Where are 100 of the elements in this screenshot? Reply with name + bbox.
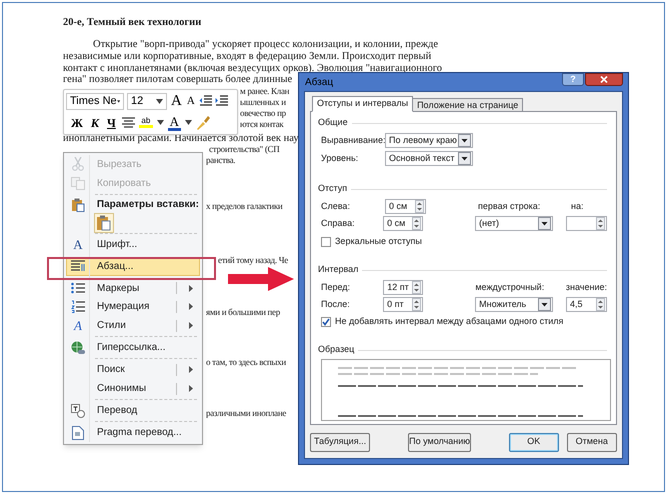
grow-font-button[interactable]: A bbox=[170, 94, 183, 109]
font-color-button[interactable]: A bbox=[168, 114, 181, 131]
document-text: о там, то здесь вспыхи bbox=[206, 357, 286, 368]
menu-item[interactable]: A Шрифт... bbox=[66, 232, 200, 254]
spin-field[interactable]: 12 пт bbox=[383, 280, 424, 295]
caret-icon[interactable] bbox=[156, 120, 164, 126]
caret-icon[interactable] bbox=[116, 98, 120, 104]
close-button[interactable] bbox=[585, 73, 623, 86]
field-label: Выравнивание: bbox=[321, 134, 385, 147]
tab[interactable]: Отступы и интервалы bbox=[312, 96, 414, 112]
menu-item[interactable]: Синонимы bbox=[66, 379, 200, 398]
dropdown[interactable]: Множитель bbox=[475, 297, 554, 312]
field-label: первая строка: bbox=[478, 200, 542, 213]
font-icon: A bbox=[74, 319, 82, 332]
tab[interactable]: Положение на странице bbox=[412, 98, 524, 112]
document-text: ями и большими пер bbox=[206, 307, 280, 318]
spinner-arrows-icon[interactable] bbox=[412, 281, 422, 294]
field-label: Перед: bbox=[321, 280, 352, 294]
checkbox[interactable] bbox=[321, 237, 331, 247]
arrow-icon bbox=[228, 267, 294, 291]
document-heading: 20-е, Темный век технологии bbox=[63, 17, 202, 28]
section-label: Отступ bbox=[318, 182, 348, 196]
italic-button[interactable]: К bbox=[88, 116, 102, 129]
document-icon bbox=[72, 426, 84, 440]
highlight-button[interactable]: ab bbox=[138, 117, 153, 128]
document-text: контакт с инопланетянами (включая вездесущих орков). Эволюция "навигационного bbox=[63, 63, 442, 74]
caret-icon[interactable] bbox=[156, 98, 163, 104]
dialog-button[interactable]: По умолчанию bbox=[408, 432, 472, 452]
field-label: значение: bbox=[566, 280, 607, 294]
dropdown[interactable]: По левому краю bbox=[385, 133, 473, 148]
font-icon: A bbox=[73, 238, 83, 251]
menu-item[interactable]: Нумерация bbox=[66, 298, 200, 316]
document-text: ранства. bbox=[206, 155, 236, 166]
dialog-button[interactable]: Табуляция... bbox=[310, 432, 370, 452]
document-text: инопланетными расами. Начинается золотой век нау bbox=[63, 133, 299, 144]
document-text: етий тому назад. Че bbox=[218, 255, 288, 266]
document-text: независимые или корпоративные, входят в федерацию Земли. Происходит первый bbox=[63, 51, 432, 62]
submenu-arrow-icon bbox=[189, 385, 193, 392]
document-text: овечество пр bbox=[240, 108, 286, 119]
dropdown[interactable]: Основной текст bbox=[385, 151, 473, 166]
spinner-arrows-icon[interactable] bbox=[596, 298, 605, 311]
underline-button[interactable]: Ч bbox=[105, 116, 118, 129]
check-icon bbox=[322, 318, 330, 326]
document-text: х пределов галактики bbox=[206, 201, 282, 212]
window-title: Абзац bbox=[305, 76, 334, 90]
menu-item[interactable]: A Стили bbox=[66, 316, 200, 336]
spin-field[interactable] bbox=[566, 216, 607, 231]
spinner-arrows-icon[interactable] bbox=[596, 217, 605, 230]
globe-icon bbox=[71, 340, 85, 355]
dropdown[interactable]: (нет) bbox=[475, 216, 554, 231]
bold-button[interactable]: Ж bbox=[69, 116, 85, 129]
field-label: Слева: bbox=[321, 200, 351, 213]
menu-item[interactable]: Pragma перевод... bbox=[66, 420, 200, 442]
checkbox[interactable] bbox=[321, 317, 331, 327]
spinner-arrows-icon[interactable] bbox=[412, 217, 422, 230]
close-icon bbox=[600, 76, 608, 83]
dialog-button[interactable]: OK bbox=[509, 432, 559, 452]
align-center-icon[interactable] bbox=[122, 117, 135, 128]
increase-indent-icon[interactable] bbox=[214, 95, 228, 108]
submenu-arrow-icon bbox=[189, 284, 193, 292]
field-label: Справа: bbox=[321, 216, 356, 230]
menu-item[interactable]: Перевод bbox=[66, 398, 200, 420]
translate-icon bbox=[71, 404, 85, 418]
spin-field[interactable]: 4,5 bbox=[566, 297, 607, 312]
document-text: Открытие "ворп-привода" ускоряет процесс колонизации, и колонии, прежде bbox=[93, 39, 438, 50]
document-text: гена" позволяет пилотам совершать более длинные bbox=[63, 74, 292, 85]
spinner-arrows-icon[interactable] bbox=[412, 298, 422, 311]
decrease-indent-icon[interactable] bbox=[198, 95, 212, 108]
font-name-field[interactable]: Times Ne bbox=[66, 92, 124, 110]
menu-header: Параметры вставки: bbox=[96, 198, 199, 212]
numbered-list-icon bbox=[71, 300, 85, 314]
field-label: междустрочный: bbox=[475, 280, 546, 294]
document-text: ются контак bbox=[240, 119, 284, 130]
field-label: После: bbox=[321, 298, 351, 311]
caret-icon[interactable] bbox=[184, 120, 192, 126]
shrink-font-button[interactable]: A bbox=[186, 96, 196, 107]
menu-item[interactable]: Гиперссылка... bbox=[66, 335, 200, 358]
clipboard-icon bbox=[70, 198, 85, 212]
section-label: Интервал bbox=[318, 263, 358, 276]
menu-item[interactable]: Поиск bbox=[66, 357, 200, 380]
document-text: м ранее. Клан bbox=[240, 86, 290, 97]
spin-field[interactable]: 0 пт bbox=[383, 297, 424, 312]
spin-field[interactable]: 0 см bbox=[385, 199, 426, 214]
paste-option-icon[interactable] bbox=[94, 212, 114, 233]
spinner-arrows-icon[interactable] bbox=[415, 200, 424, 213]
checkbox-label: Зеркальные отступы bbox=[335, 235, 422, 248]
dialog-button[interactable]: Отмена bbox=[566, 432, 617, 452]
document-text: ышленных и bbox=[240, 97, 286, 108]
submenu-arrow-icon bbox=[189, 303, 193, 310]
document-text: различными инопланe bbox=[206, 408, 286, 419]
document-text: строительства" (СП bbox=[209, 144, 280, 155]
field-label: Уровень: bbox=[321, 152, 360, 165]
font-size-field[interactable]: 12 bbox=[127, 92, 167, 110]
menu-item[interactable]: Маркеры bbox=[66, 278, 200, 298]
section-label: Образец bbox=[318, 343, 354, 356]
section-label: Общие bbox=[318, 116, 348, 130]
paragraph-icon bbox=[71, 260, 85, 272]
submenu-arrow-icon bbox=[189, 366, 193, 374]
checkbox-label: Не добавлять интервал между абзацами одного стиля bbox=[335, 315, 564, 328]
spin-field[interactable]: 0 см bbox=[383, 216, 424, 231]
